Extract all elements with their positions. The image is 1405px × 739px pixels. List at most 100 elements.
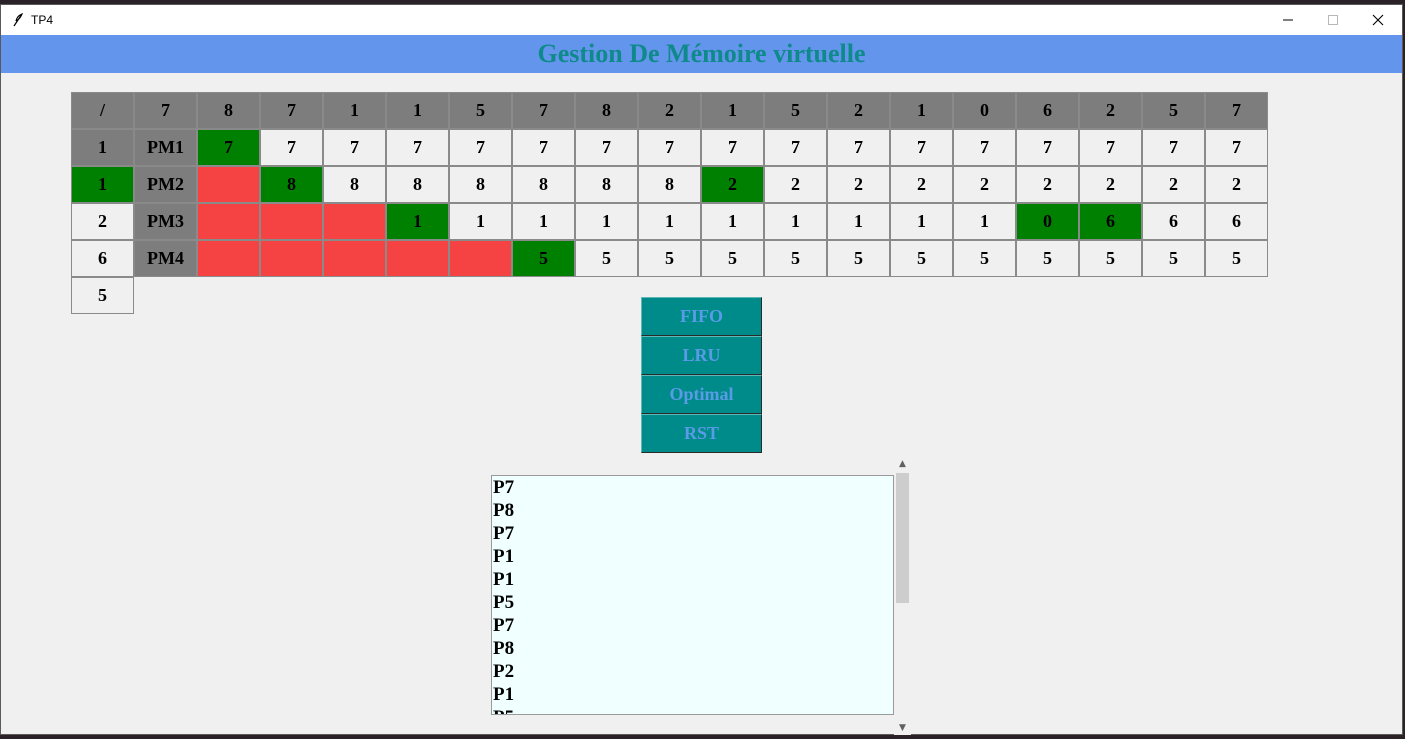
close-icon [1372,14,1384,26]
frame-cell: 7 [386,129,449,166]
lru-button[interactable]: LRU [641,336,762,375]
frame-cell [449,240,512,277]
reference-header-cell: 8 [575,92,638,129]
scrollbar-thumb[interactable] [896,473,909,603]
rst-button[interactable]: RST [641,414,762,453]
frame-cell: 7 [512,129,575,166]
frame-cell: 5 [764,240,827,277]
frame-cell: 5 [890,240,953,277]
frame-cell: 6 [1142,203,1205,240]
frame-cell: 7 [764,129,827,166]
list-item[interactable]: P1 [492,545,893,568]
list-item[interactable]: P7 [492,522,893,545]
frame-label: PM1 [134,129,197,166]
scroll-up-icon[interactable]: ▲ [894,457,911,471]
frame-cell: 5 [575,240,638,277]
frame-cell: 2 [764,166,827,203]
frame-cell: 2 [701,166,764,203]
frame-label: PM2 [134,166,197,203]
reference-header-cell: 7 [1205,92,1268,129]
frame-cell: 8 [323,166,386,203]
frame-cell: 1 [890,203,953,240]
minimize-icon [1283,19,1293,21]
frame-cell: 7 [323,129,386,166]
reference-header-cell: 5 [449,92,512,129]
list-item[interactable]: P8 [492,499,893,522]
reference-header-cell: 1 [323,92,386,129]
list-item[interactable]: P7 [492,614,893,637]
frame-cell: 1 [71,166,134,203]
frame-cell: 7 [953,129,1016,166]
list-item[interactable]: P1 [492,683,893,706]
reference-header-cell: 8 [197,92,260,129]
frame-cell: 7 [1016,129,1079,166]
frame-cell: 5 [953,240,1016,277]
frame-cell: 2 [1205,166,1268,203]
list-item[interactable]: P8 [492,637,893,660]
list-item[interactable]: P7 [492,476,893,499]
log-scrollbar[interactable]: ▲ ▼ [894,457,911,735]
title-bar: TP4 [1,5,1402,35]
frame-cell: 2 [1142,166,1205,203]
list-item[interactable]: P1 [492,568,893,591]
optimal-button[interactable]: Optimal [641,375,762,414]
frame-cell: 8 [575,166,638,203]
fifo-button[interactable]: FIFO [641,297,762,336]
frame-cell: 5 [1016,240,1079,277]
frame-cell: 1 [512,203,575,240]
algorithm-buttons: FIFO LRU Optimal RST [641,297,762,453]
frame-cell: 6 [71,240,134,277]
app-window: TP4 Gestion De Mémoire virtuelle /7 8 7 1 1 5… [0,4,1403,735]
window-title: TP4 [31,13,54,27]
frame-cell: 1 [575,203,638,240]
frame-cell: 5 [827,240,890,277]
list-item[interactable]: P5 [492,591,893,614]
maximize-icon [1328,15,1338,25]
list-item[interactable]: P5 [492,706,893,714]
frame-cell: 7 [701,129,764,166]
frame-cell: 8 [512,166,575,203]
minimize-button[interactable] [1265,5,1311,35]
table-corner: / [71,92,134,129]
frame-cell: 7 [197,129,260,166]
maximize-button[interactable] [1310,5,1356,35]
frame-cell: 7 [1205,129,1268,166]
reference-header-cell: 5 [764,92,827,129]
frame-cell: 2 [953,166,1016,203]
reference-header-cell: 7 [512,92,575,129]
close-button[interactable] [1355,5,1401,35]
frame-cell: 1 [449,203,512,240]
reference-header-cell: 7 [260,92,323,129]
reference-header-cell: 1 [386,92,449,129]
frame-cell: 5 [71,277,134,314]
frame-cell [260,203,323,240]
frame-cell: 1 [638,203,701,240]
frame-label: PM3 [134,203,197,240]
frame-cell: 6 [1205,203,1268,240]
page-frame-table: /7 8 7 1 1 5 7 8 2 1 5 2 1 0 6 2 5 7 1 PM1 7 7 7 7 7 7 7 7 7 7 7 7 7 7 7 7 7… [71,92,1268,314]
frame-cell: 8 [386,166,449,203]
reference-header-cell: 2 [638,92,701,129]
frame-cell [197,166,260,203]
reference-header-cell: 1 [890,92,953,129]
reference-header-cell: 1 [701,92,764,129]
frame-cell: 7 [827,129,890,166]
frame-cell: 2 [890,166,953,203]
reference-header-cell: 7 [134,92,197,129]
frame-cell: 7 [890,129,953,166]
frame-cell: 7 [1142,129,1205,166]
frame-cell: 1 [386,203,449,240]
list-item[interactable]: P2 [492,660,893,683]
frame-cell: 7 [1079,129,1142,166]
scroll-down-icon[interactable]: ▼ [894,721,911,735]
reference-header-cell: 0 [953,92,1016,129]
frame-cell: 5 [1079,240,1142,277]
frame-cell: 7 [575,129,638,166]
app-header: Gestion De Mémoire virtuelle [1,35,1402,73]
frame-cell: 8 [449,166,512,203]
frame-cell: 5 [1142,240,1205,277]
reference-header-cell: 1 [71,129,134,166]
frame-cell: 5 [701,240,764,277]
page-fault-log[interactable]: P7P8P7P1P1P5P7P8P2P1P5 [491,475,894,715]
frame-cell: 8 [638,166,701,203]
